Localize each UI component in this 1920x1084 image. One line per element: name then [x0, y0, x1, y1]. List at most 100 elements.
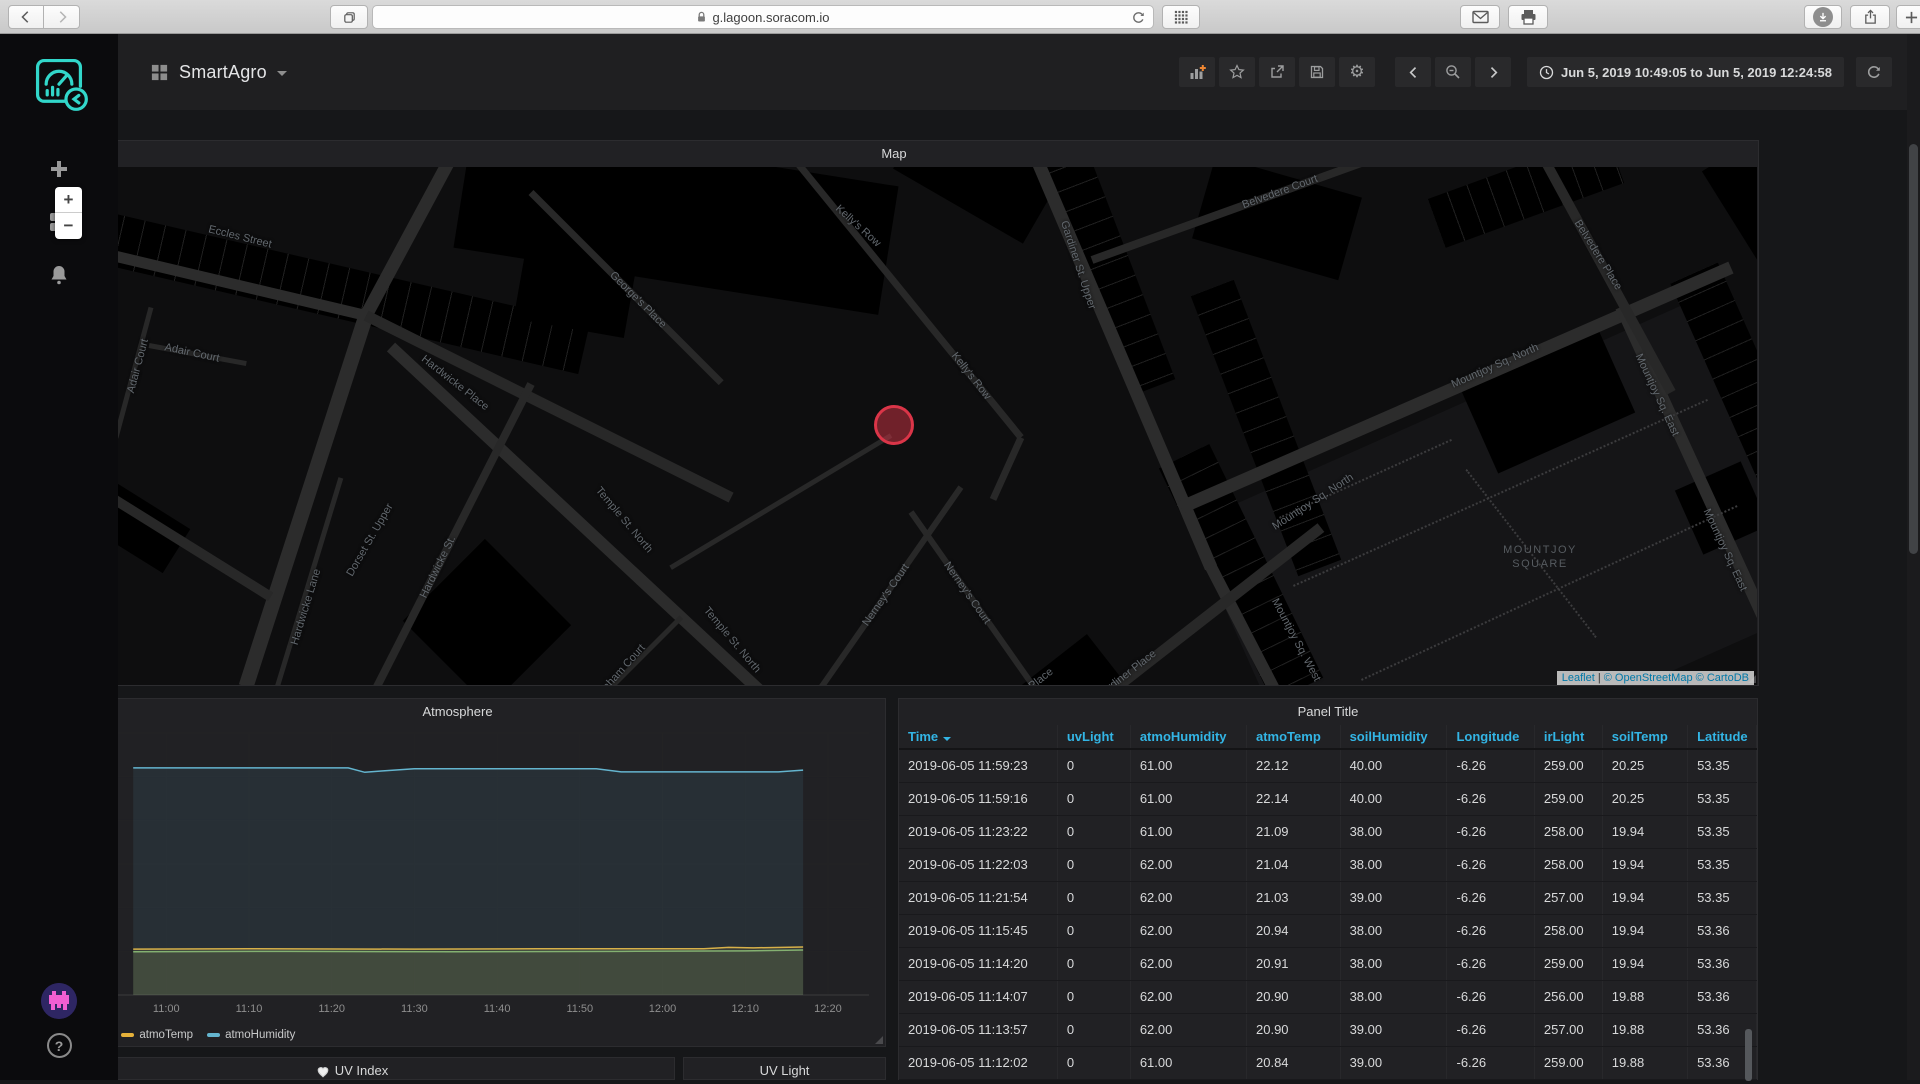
uv-light-panel-title[interactable]: UV Light	[684, 1058, 885, 1084]
table-cell: 19.88	[1602, 980, 1687, 1013]
table-cell: 38.00	[1340, 848, 1447, 881]
settings-button[interactable]: ⚙	[1339, 57, 1375, 87]
page-scrollbar[interactable]	[1907, 34, 1920, 1080]
table-cell: -6.26	[1447, 749, 1534, 782]
chevron-down-icon	[277, 71, 287, 76]
table-cell: 19.94	[1602, 914, 1687, 947]
table-cell: 19.94	[1602, 815, 1687, 848]
table-cell: 22.14	[1247, 782, 1341, 815]
star-button[interactable]	[1219, 57, 1255, 87]
map-zoom-in-button[interactable]: +	[55, 187, 82, 213]
table-cell: 62.00	[1130, 980, 1246, 1013]
atmosphere-chart-svg	[30, 726, 885, 1047]
print-icon	[1520, 9, 1537, 25]
column-header-irLight[interactable]: irLight	[1534, 725, 1602, 749]
map-street-label: Adair Court	[164, 341, 221, 364]
uv-index-panel-title[interactable]: UV Index	[30, 1058, 674, 1084]
save-button[interactable]	[1299, 57, 1335, 87]
table-cell: 0	[1057, 980, 1130, 1013]
print-button[interactable]	[1508, 5, 1548, 29]
time-range-picker[interactable]: Jun 5, 2019 10:49:05 to Jun 5, 2019 12:2…	[1527, 57, 1844, 87]
zoom-out-button[interactable]	[1435, 57, 1471, 87]
cartodb-link[interactable]: © CartoDB	[1696, 672, 1749, 684]
column-header-Time[interactable]: Time	[899, 725, 1057, 749]
table-cell: 0	[1057, 848, 1130, 881]
table-row: 2019-06-05 11:15:45062.0020.9438.00-6.26…	[899, 914, 1757, 947]
column-header-Latitude[interactable]: Latitude	[1688, 725, 1757, 749]
column-header-soilTemp[interactable]: soilTemp	[1602, 725, 1687, 749]
map-zoom-out-button[interactable]: −	[55, 213, 82, 239]
refresh-icon	[1866, 64, 1882, 80]
share-button[interactable]	[1850, 5, 1890, 29]
help-label: ?	[55, 1038, 64, 1054]
table-panel-title[interactable]: Panel Title	[899, 699, 1757, 725]
table-cell: 257.00	[1534, 1013, 1602, 1046]
osm-link[interactable]: © OpenStreetMap	[1604, 672, 1693, 684]
refresh-button[interactable]	[1856, 57, 1892, 87]
map-road	[670, 433, 893, 569]
atmosphere-chart: 7060504030201010:5011:0011:1011:2011:301…	[30, 726, 885, 1047]
page-scrollbar-thumb[interactable]	[1909, 144, 1918, 554]
table-row: 2019-06-05 11:21:54062.0021.0339.00-6.26…	[899, 881, 1757, 914]
downloads-button[interactable]	[1804, 5, 1842, 29]
table-cell: 19.94	[1602, 947, 1687, 980]
table-cell: 19.88	[1602, 1013, 1687, 1046]
table-cell: 2019-06-05 11:12:02	[899, 1046, 1057, 1079]
atmosphere-panel-title[interactable]: Atmosphere	[30, 699, 885, 725]
table-cell: -6.26	[1447, 782, 1534, 815]
reload-button[interactable]	[1131, 10, 1146, 28]
map-panel-title[interactable]: Map	[30, 141, 1758, 167]
mail-button[interactable]	[1460, 5, 1500, 29]
column-header-soilHumidity[interactable]: soilHumidity	[1340, 725, 1447, 749]
sidebar-item-alerting[interactable]	[48, 264, 70, 291]
leaflet-link[interactable]: Leaflet	[1562, 672, 1595, 684]
table-cell: 62.00	[1130, 848, 1246, 881]
map-road	[239, 313, 373, 685]
map-marker[interactable]	[874, 405, 914, 445]
table-cell: 61.00	[1130, 782, 1246, 815]
column-header-atmoHumidity[interactable]: atmoHumidity	[1130, 725, 1246, 749]
legend-item[interactable]: atmoTemp	[121, 1029, 193, 1041]
table-cell: 19.88	[1602, 1046, 1687, 1079]
table-cell: 2019-06-05 11:13:57	[899, 1013, 1057, 1046]
browser-back-button[interactable]	[8, 5, 44, 29]
legend-item[interactable]: atmoHumidity	[207, 1029, 295, 1041]
table-cell: 2019-06-05 11:59:16	[899, 782, 1057, 815]
x-axis-label: 11:20	[318, 1003, 345, 1015]
map-attribution: Leaflet | © OpenStreetMap © CartoDB	[1557, 671, 1754, 685]
user-avatar[interactable]	[41, 983, 77, 1019]
tab-overview-button[interactable]	[330, 5, 368, 29]
map-street-label: Hardwicke Lane	[289, 568, 324, 647]
help-button[interactable]: ?	[47, 1033, 72, 1058]
table-scrollbar[interactable]	[1745, 1029, 1752, 1081]
new-tab-button[interactable]	[1896, 5, 1920, 29]
star-icon	[1229, 64, 1245, 80]
attrib-separator: |	[1595, 672, 1604, 684]
address-bar[interactable]: g.lagoon.soracom.io	[372, 5, 1154, 29]
sidebar-item-create[interactable]	[48, 158, 70, 185]
panel-resize-handle[interactable]	[875, 1036, 883, 1044]
table-cell: 62.00	[1130, 1013, 1246, 1046]
app-grid-button[interactable]	[1162, 5, 1200, 29]
time-forward-button[interactable]	[1475, 57, 1511, 87]
table-cell: 40.00	[1340, 749, 1447, 782]
dashboard-title-dropdown[interactable]: SmartAgro	[150, 62, 287, 83]
browser-forward-button[interactable]	[44, 5, 80, 29]
column-header-atmoTemp[interactable]: atmoTemp	[1247, 725, 1341, 749]
chevron-left-icon	[1407, 66, 1420, 79]
column-header-uvLight[interactable]: uvLight	[1057, 725, 1130, 749]
table-cell: 19.94	[1602, 881, 1687, 914]
add-panel-button[interactable]	[1179, 57, 1215, 87]
table-cell: 2019-06-05 11:14:07	[899, 980, 1057, 1013]
share-dashboard-button[interactable]	[1259, 57, 1295, 87]
table-cell: 38.00	[1340, 914, 1447, 947]
table-cell: -6.26	[1447, 1046, 1534, 1079]
time-backward-button[interactable]	[1395, 57, 1431, 87]
share-dashboard-icon	[1269, 64, 1285, 80]
table-cell: 0	[1057, 815, 1130, 848]
map[interactable]: + − Leaflet | © OpenStreetMap © CartoDB …	[31, 167, 1757, 685]
column-header-Longitude[interactable]: Longitude	[1447, 725, 1534, 749]
lagoon-logo[interactable]	[0, 34, 118, 130]
save-icon	[1309, 64, 1325, 80]
table-cell: 0	[1057, 947, 1130, 980]
